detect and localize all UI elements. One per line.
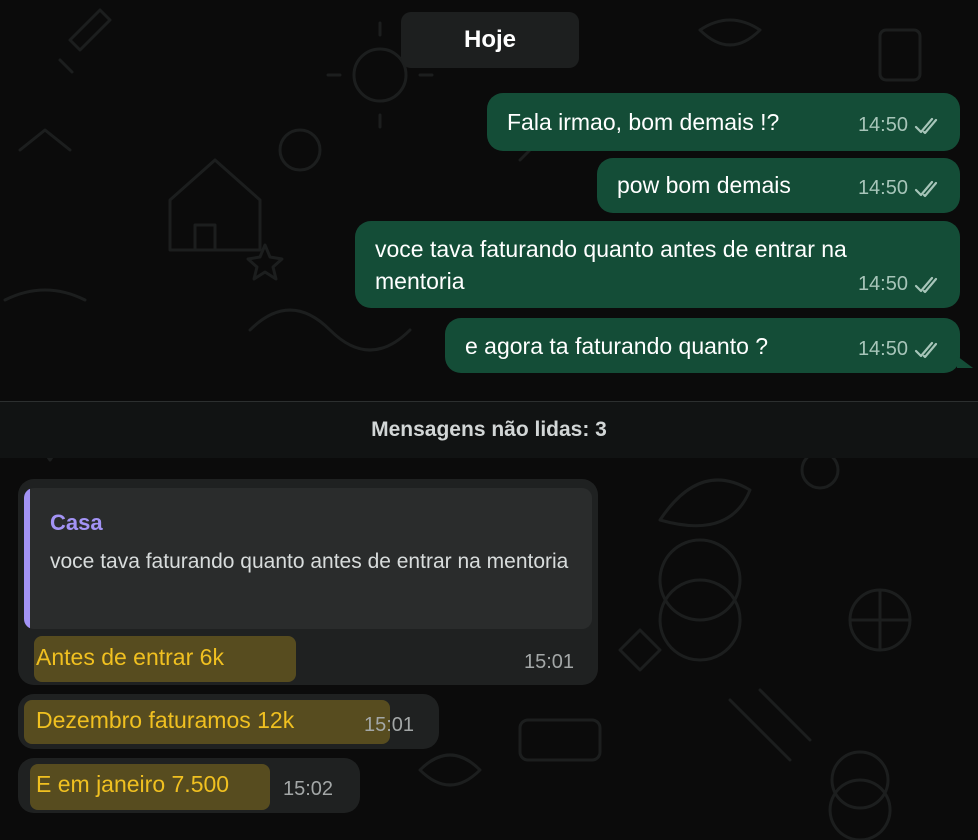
reply-text: voce tava faturando quanto antes de entr… bbox=[50, 550, 569, 573]
message-meta: 14:50 bbox=[858, 273, 942, 296]
message-text: E em janeiro 7.500 bbox=[36, 771, 230, 797]
double-check-icon bbox=[914, 276, 938, 293]
message-meta: 14:50 bbox=[858, 338, 942, 361]
message-text-line2: mentoria bbox=[375, 268, 465, 294]
double-check-icon bbox=[914, 180, 938, 197]
chat-area: Hoje Fala irmao, bom demais !? 14:50 pow… bbox=[0, 0, 978, 840]
message-time: 15:02 bbox=[283, 778, 334, 800]
unread-messages-separator: Mensagens não lidas: 3 bbox=[0, 401, 978, 458]
outgoing-message[interactable]: pow bom demais 14:50 bbox=[597, 158, 960, 213]
bubble-tail bbox=[957, 356, 973, 368]
double-check-icon bbox=[914, 341, 938, 358]
reply-author: Casa bbox=[50, 510, 103, 535]
outgoing-message[interactable]: e agora ta faturando quanto ? 14:50 bbox=[445, 318, 960, 373]
message-time: 14:50 bbox=[857, 338, 908, 360]
reply-quote[interactable]: Casa voce tava faturando quanto antes de… bbox=[24, 488, 592, 629]
message-text: e agora ta faturando quanto ? bbox=[465, 333, 769, 359]
message-time: 15:01 bbox=[524, 651, 575, 673]
message-meta: 14:50 bbox=[858, 177, 942, 200]
message-text: pow bom demais bbox=[617, 172, 791, 198]
message-text: Fala irmao, bom demais !? bbox=[507, 109, 780, 135]
outgoing-message[interactable]: Fala irmao, bom demais !? 14:50 bbox=[487, 93, 960, 151]
message-meta: 14:50 bbox=[858, 114, 942, 137]
message-time: 15:01 bbox=[364, 714, 415, 736]
message-text: Dezembro faturamos 12k bbox=[36, 707, 295, 733]
message-time: 14:50 bbox=[857, 177, 908, 199]
message-text: Antes de entrar 6k bbox=[36, 644, 224, 670]
message-time: 14:50 bbox=[857, 273, 908, 295]
reply-accent-bar bbox=[24, 488, 30, 629]
outgoing-message[interactable]: voce tava faturando quanto antes de entr… bbox=[355, 221, 960, 308]
message-text: voce tava faturando quanto antes de entr… bbox=[375, 236, 847, 262]
date-separator: Hoje bbox=[401, 12, 579, 68]
message-time: 14:50 bbox=[857, 114, 908, 136]
double-check-icon bbox=[914, 117, 938, 134]
